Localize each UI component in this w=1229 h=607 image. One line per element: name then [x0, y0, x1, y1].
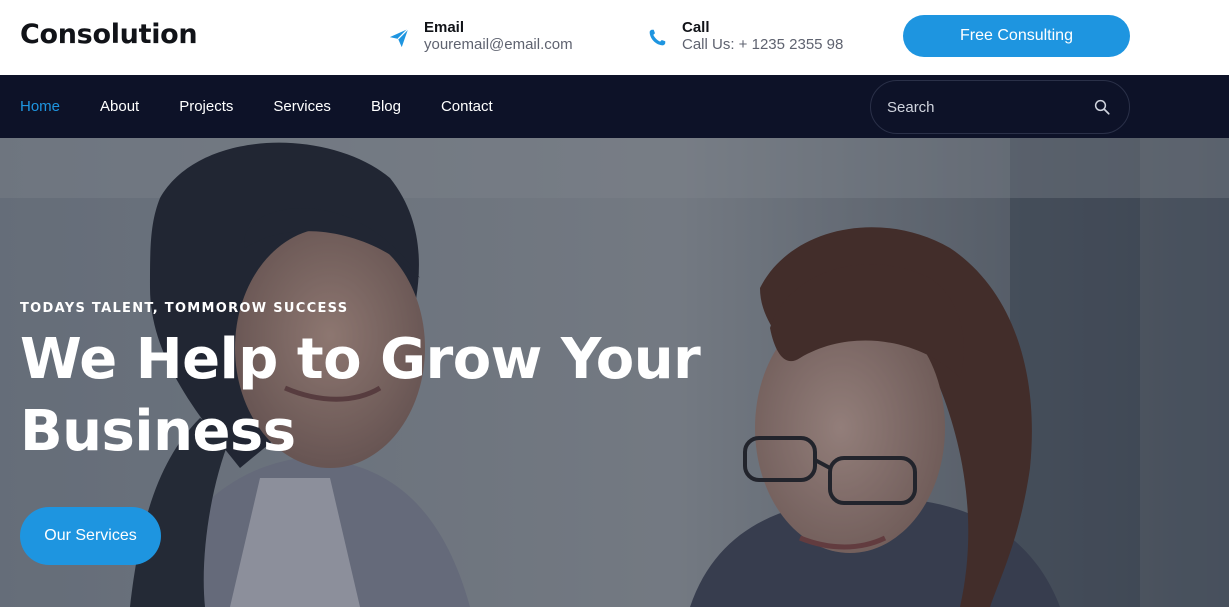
- search-icon: [1093, 98, 1115, 116]
- email-label: Email: [424, 19, 465, 36]
- search-input[interactable]: [887, 81, 1087, 133]
- nav-links: Home About Projects Services Blog Contac…: [20, 75, 533, 138]
- hero-section: TODAYS TALENT, TOMMOROW SUCCESS We Help …: [0, 138, 1229, 607]
- phone-icon: [646, 27, 668, 49]
- hero-title: We Help to Grow Your Business: [20, 324, 720, 468]
- nav-item-home[interactable]: Home: [20, 75, 60, 138]
- call-value[interactable]: Call Us: + 1235 2355 98: [682, 36, 843, 53]
- call-contact-text: Call Call Us: + 1235 2355 98: [682, 19, 843, 53]
- site-logo[interactable]: Consolution: [20, 18, 198, 52]
- our-services-button[interactable]: Our Services: [20, 507, 161, 565]
- search-box: [870, 80, 1130, 134]
- nav-item-services[interactable]: Services: [273, 75, 331, 138]
- paper-plane-icon: [388, 27, 410, 49]
- hero-eyebrow: TODAYS TALENT, TOMMOROW SUCCESS: [20, 301, 349, 316]
- call-label: Call: [682, 19, 710, 36]
- search-button[interactable]: [1093, 96, 1115, 118]
- email-value[interactable]: youremail@email.com: [424, 36, 573, 53]
- call-contact: Call Call Us: + 1235 2355 98: [646, 19, 843, 53]
- hero-title-line-1: We Help to Grow Your: [20, 327, 701, 392]
- nav-item-projects[interactable]: Projects: [179, 75, 233, 138]
- nav-item-contact[interactable]: Contact: [441, 75, 493, 138]
- email-contact-text: Email youremail@email.com: [424, 19, 573, 53]
- email-contact: Email youremail@email.com: [388, 19, 573, 53]
- nav-item-blog[interactable]: Blog: [371, 75, 401, 138]
- hero-title-line-2: Business: [20, 399, 296, 464]
- top-header: Consolution Email youremail@email.com Ca…: [0, 0, 1229, 75]
- nav-item-about[interactable]: About: [100, 75, 139, 138]
- page: Consolution Email youremail@email.com Ca…: [0, 0, 1229, 607]
- free-consulting-button[interactable]: Free Consulting: [903, 15, 1130, 57]
